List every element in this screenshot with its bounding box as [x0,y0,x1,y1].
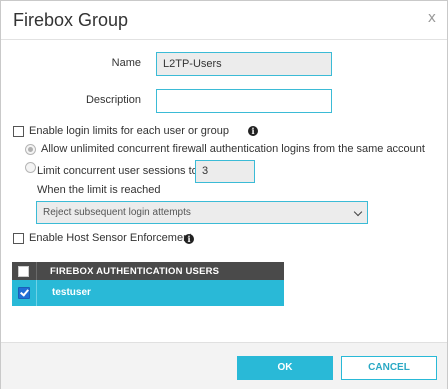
select-all-checkbox[interactable] [18,266,29,277]
limit-action-select[interactable]: Reject subsequent login attempts [36,201,368,224]
close-icon[interactable]: x [428,10,436,26]
info-icon[interactable]: i [248,126,258,136]
cancel-button[interactable]: CANCEL [341,356,437,380]
limit-sessions-radio[interactable] [25,162,36,173]
host-sensor-label: Enable Host Sensor Enforcement [29,232,193,244]
select-all-cell [12,262,37,280]
dialog-header: Firebox Group x [1,1,447,40]
table-row[interactable]: testuser [12,280,284,306]
limit-reached-label: When the limit is reached [37,184,161,196]
ok-button[interactable]: OK [237,356,333,380]
description-label: Description [85,94,141,106]
row-checkbox[interactable] [18,287,30,299]
dialog-footer: OK CANCEL [1,342,447,389]
enable-login-limits-label: Enable login limits for each user or gro… [29,125,229,137]
description-field[interactable] [156,89,332,113]
row-check-cell [12,280,37,306]
name-label: Name [111,57,141,69]
column-header-users: FIREBOX AUTHENTICATION USERS [50,266,220,277]
host-sensor-checkbox[interactable] [13,233,24,244]
dialog-title: Firebox Group [13,10,129,30]
allow-unlimited-radio[interactable] [25,144,36,155]
firebox-group-dialog: Firebox Group x Name L2TP-Users Descript… [0,0,448,389]
limit-action-value: Reject subsequent login attempts [43,207,191,218]
name-value: L2TP-Users [163,58,222,70]
name-field[interactable]: L2TP-Users [156,52,332,76]
table-header: FIREBOX AUTHENTICATION USERS [12,262,284,280]
chevron-down-icon [353,207,363,217]
user-name-cell: testuser [52,287,91,298]
enable-login-limits-checkbox[interactable] [13,126,24,137]
allow-unlimited-label: Allow unlimited concurrent firewall auth… [41,143,425,155]
limit-sessions-label: Limit concurrent user sessions to [37,165,198,177]
limit-sessions-input[interactable]: 3 [195,160,255,183]
users-table: FIREBOX AUTHENTICATION USERS testuser [12,262,284,306]
info-icon[interactable]: i [184,234,194,244]
